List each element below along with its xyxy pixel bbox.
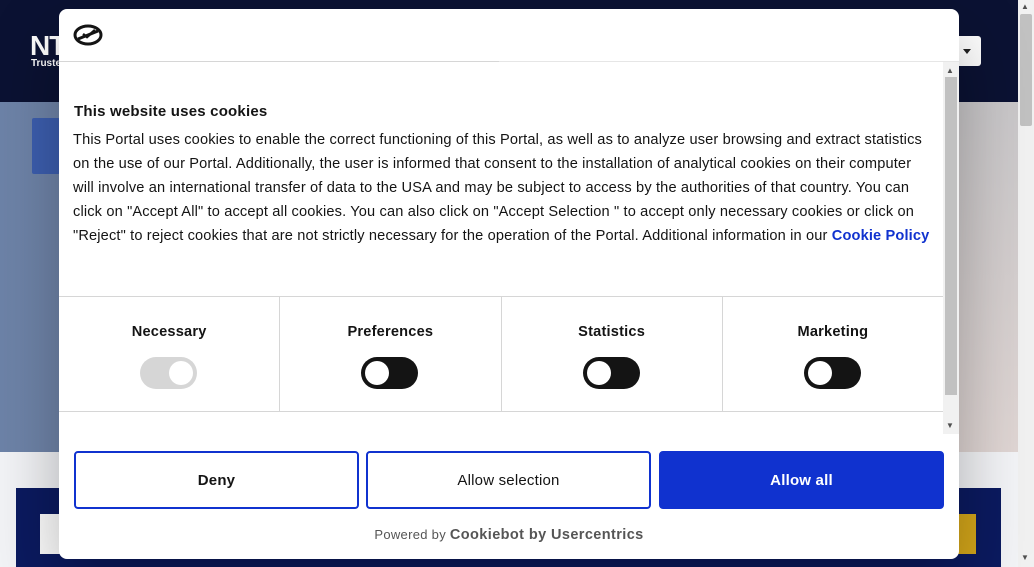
category-statistics: Statistics xyxy=(502,297,723,411)
dialog-content: This website uses cookies This Portal us… xyxy=(59,62,943,442)
scroll-up-icon[interactable]: ▲ xyxy=(1021,2,1029,11)
powered-by: Powered by Cookiebot by Usercentrics xyxy=(59,527,959,543)
allow-selection-button[interactable]: Allow selection xyxy=(366,451,651,509)
scroll-down-icon[interactable]: ▼ xyxy=(946,421,954,430)
toggle-knob xyxy=(586,361,611,385)
scroll-up-icon[interactable]: ▲ xyxy=(946,66,954,75)
site-logo-subtitle: Truste xyxy=(31,58,62,69)
category-label: Statistics xyxy=(578,324,646,340)
necessary-toggle xyxy=(140,357,198,389)
hero-image xyxy=(958,102,1018,452)
powered-by-brand[interactable]: Cookiebot by Usercentrics xyxy=(450,527,644,543)
dialog-scrollbar-thumb[interactable] xyxy=(945,77,957,395)
category-preferences: Preferences xyxy=(280,297,502,411)
category-label: Necessary xyxy=(131,324,207,340)
cookie-policy-link[interactable]: Cookie Policy xyxy=(832,228,930,244)
scroll-down-icon[interactable]: ▼ xyxy=(1021,553,1029,562)
dialog-body: This Portal uses cookies to enable the c… xyxy=(73,128,933,248)
toggle-knob xyxy=(807,361,832,385)
dialog-body-text: This Portal uses cookies to enable the c… xyxy=(73,132,922,244)
toggle-knob xyxy=(169,361,194,385)
marketing-toggle[interactable] xyxy=(803,357,861,389)
cookiebot-logo-icon xyxy=(73,24,103,46)
toggle-knob xyxy=(365,361,390,385)
category-label: Marketing xyxy=(797,324,869,340)
certification-badge xyxy=(32,118,60,174)
cookie-consent-dialog: This website uses cookies This Portal us… xyxy=(59,9,959,559)
statistics-toggle[interactable] xyxy=(582,357,640,389)
category-marketing: Marketing xyxy=(723,297,943,411)
powered-by-prefix: Powered by xyxy=(374,527,446,542)
category-label: Preferences xyxy=(347,324,434,340)
dialog-header xyxy=(59,9,959,62)
preferences-toggle[interactable] xyxy=(361,357,419,389)
deny-button[interactable]: Deny xyxy=(74,451,359,509)
allow-all-button[interactable]: Allow all xyxy=(659,451,944,509)
dialog-title: This website uses cookies xyxy=(74,103,268,120)
consent-categories: Necessary Preferences Statistics Marketi… xyxy=(59,296,943,412)
page-scrollbar-thumb[interactable] xyxy=(1020,14,1032,126)
category-necessary: Necessary xyxy=(59,297,281,411)
